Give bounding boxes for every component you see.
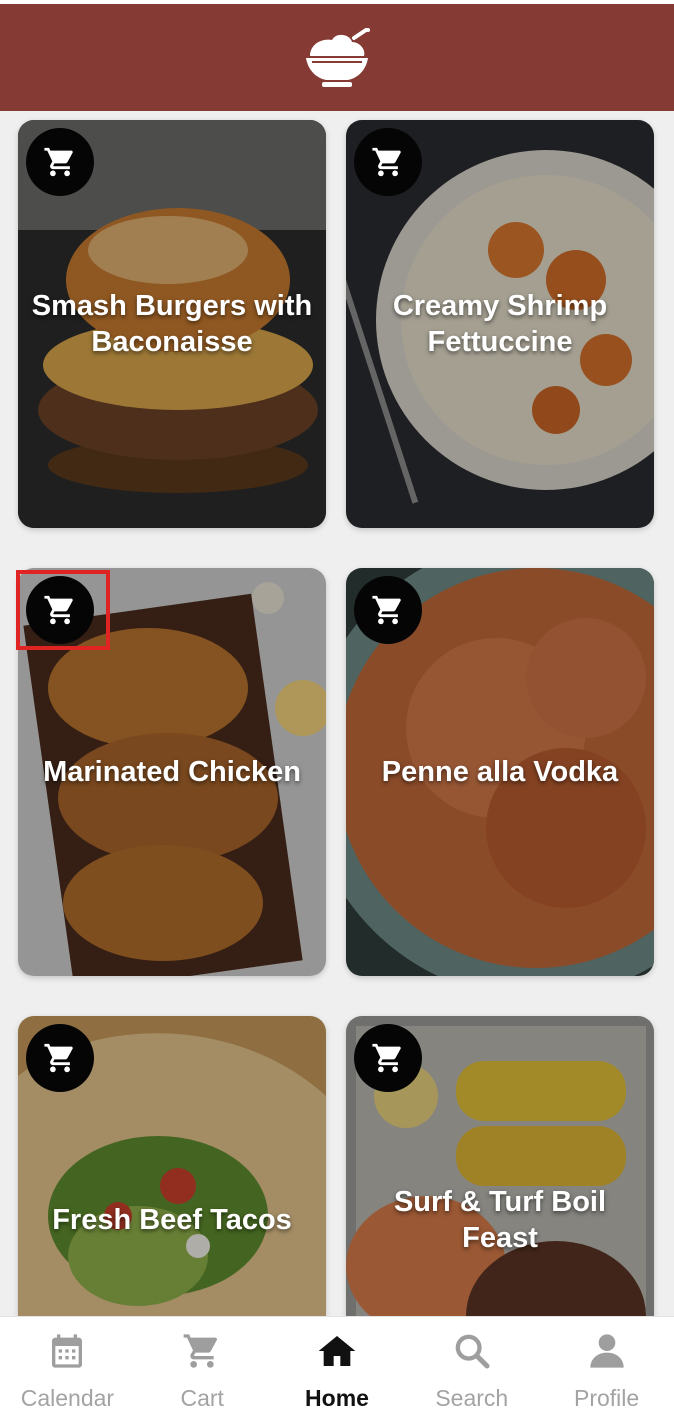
recipe-card[interactable]: Surf & Turf Boil Feast bbox=[346, 1016, 654, 1316]
recipe-card[interactable]: Marinated Chicken bbox=[18, 568, 326, 976]
nav-item-home[interactable]: Home bbox=[270, 1317, 405, 1424]
recipe-card[interactable]: Creamy Shrimp Fettuccine bbox=[346, 120, 654, 528]
recipe-title: Marinated Chicken bbox=[43, 756, 301, 788]
home-icon bbox=[315, 1329, 359, 1373]
search-icon bbox=[450, 1329, 494, 1373]
cart-icon bbox=[372, 595, 401, 625]
calendar-icon bbox=[45, 1329, 89, 1373]
nav-item-cart[interactable]: Cart bbox=[135, 1317, 270, 1424]
add-to-cart-button[interactable] bbox=[354, 1024, 422, 1092]
recipe-card[interactable]: Fresh Beef Tacos bbox=[18, 1016, 326, 1316]
add-to-cart-button[interactable] bbox=[354, 576, 422, 644]
recipe-card[interactable]: Penne alla Vodka bbox=[346, 568, 654, 976]
add-to-cart-button[interactable] bbox=[26, 1024, 94, 1092]
recipe-title: Smash Burgers with Baconaisse bbox=[31, 290, 313, 358]
nav-item-search[interactable]: Search bbox=[404, 1317, 539, 1424]
recipe-card[interactable]: Smash Burgers with Baconaisse bbox=[18, 120, 326, 528]
nav-label: Calendar bbox=[20, 1385, 115, 1411]
bottom-nav: Calendar Cart Home Search Profile bbox=[0, 1316, 674, 1424]
cart-icon bbox=[44, 1043, 73, 1073]
nav-label: Cart bbox=[180, 1385, 224, 1411]
recipe-title: Fresh Beef Tacos bbox=[52, 1204, 292, 1236]
cart-icon bbox=[44, 147, 73, 177]
add-to-cart-button[interactable] bbox=[26, 576, 94, 644]
cart-icon bbox=[372, 1043, 401, 1073]
nav-label: Home bbox=[305, 1385, 369, 1411]
add-to-cart-button[interactable] bbox=[354, 128, 422, 196]
nav-label: Search bbox=[435, 1385, 509, 1411]
cart-icon bbox=[180, 1329, 224, 1373]
nav-item-profile[interactable]: Profile bbox=[539, 1317, 674, 1424]
recipe-title: Penne alla Vodka bbox=[381, 756, 619, 788]
profile-icon bbox=[585, 1329, 629, 1373]
recipe-title: Surf & Turf Boil Feast bbox=[393, 1186, 607, 1254]
nav-label: Profile bbox=[573, 1385, 640, 1411]
rice-bowl-icon bbox=[306, 27, 370, 87]
add-to-cart-button[interactable] bbox=[26, 128, 94, 196]
recipe-grid: Smash Burgers with Baconaisse Creamy Shr… bbox=[0, 111, 674, 1316]
cart-icon bbox=[44, 595, 73, 625]
cart-icon bbox=[372, 147, 401, 177]
recipe-title: Creamy Shrimp Fettuccine bbox=[392, 290, 608, 358]
app-header bbox=[0, 4, 674, 111]
nav-item-calendar[interactable]: Calendar bbox=[0, 1317, 135, 1424]
